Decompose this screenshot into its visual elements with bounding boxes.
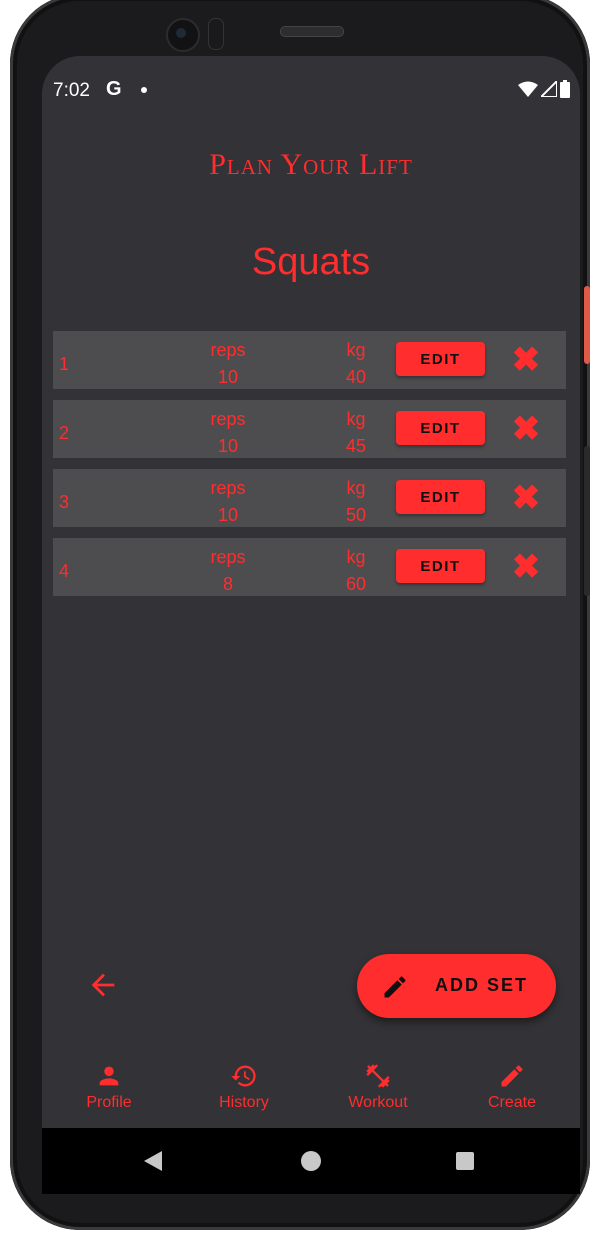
dumbbell-icon	[366, 1064, 390, 1088]
earpiece-speaker	[280, 26, 344, 37]
kg-column: kg 60	[326, 544, 386, 598]
edit-set-button[interactable]: EDIT	[396, 411, 485, 445]
nav-label: Workout	[348, 1094, 408, 1111]
kg-label: kg	[346, 340, 366, 360]
system-back-icon[interactable]	[142, 1150, 164, 1172]
nav-label: Profile	[86, 1094, 132, 1111]
kg-label: kg	[346, 547, 366, 567]
notification-dot-icon	[141, 87, 147, 93]
reps-label: reps	[210, 547, 246, 567]
reps-column: reps 10	[198, 406, 258, 460]
edit-set-button[interactable]: EDIT	[396, 549, 485, 583]
edit-set-button[interactable]: EDIT	[396, 480, 485, 514]
reps-column: reps 8	[198, 544, 258, 598]
front-camera	[166, 18, 200, 52]
cell-signal-icon	[541, 81, 557, 97]
set-number: 1	[59, 354, 70, 374]
system-navigation-bar	[42, 1128, 580, 1194]
set-number: 2	[59, 423, 70, 443]
app-screen: 7:02 G Plan Your Lift Squats 1 reps 10 k…	[42, 56, 580, 1194]
kg-column: kg 50	[326, 475, 386, 529]
edit-set-button[interactable]: EDIT	[396, 342, 485, 376]
set-number: 4	[59, 561, 70, 581]
exercise-title: Squats	[251, 241, 371, 283]
wifi-icon	[518, 81, 538, 97]
kg-column: kg 45	[326, 406, 386, 460]
add-set-button[interactable]: ADD SET	[357, 954, 556, 1018]
proximity-sensor	[208, 18, 224, 50]
kg-value: 45	[345, 436, 367, 456]
delete-set-icon[interactable]: ✖	[507, 341, 545, 379]
kg-value: 50	[345, 505, 367, 525]
pencil-icon	[501, 1065, 523, 1087]
set-row: 2 reps 10 kg 45 EDIT ✖	[53, 400, 566, 458]
system-home-icon[interactable]	[301, 1151, 321, 1171]
status-bar: 7:02 G	[42, 56, 580, 126]
kg-value: 40	[345, 367, 367, 387]
system-icons	[518, 80, 570, 98]
reps-label: reps	[210, 340, 246, 360]
reps-value: 10	[217, 505, 239, 525]
reps-value: 8	[222, 574, 233, 594]
back-arrow-icon[interactable]	[86, 968, 120, 1002]
set-row: 4 reps 8 kg 60 EDIT ✖	[53, 538, 566, 596]
kg-label: kg	[346, 409, 366, 429]
google-notification-icon: G	[106, 78, 122, 100]
power-button	[584, 286, 590, 364]
set-row: 1 reps 10 kg 40 EDIT ✖	[53, 331, 566, 389]
battery-icon	[560, 80, 570, 98]
delete-set-icon[interactable]: ✖	[507, 410, 545, 448]
reps-column: reps 10	[198, 475, 258, 529]
phone-frame: 7:02 G Plan Your Lift Squats 1 reps 10 k…	[10, 0, 590, 1230]
reps-value: 10	[217, 367, 239, 387]
system-recents-icon[interactable]	[456, 1152, 474, 1170]
bottom-navigation: Profile History Workout Create	[42, 1054, 580, 1126]
kg-column: kg 40	[326, 337, 386, 391]
reps-value: 10	[217, 436, 239, 456]
pencil-icon	[384, 976, 406, 998]
reps-label: reps	[210, 478, 246, 498]
app-title: Plan Your Lift	[209, 148, 413, 181]
add-set-label: ADD SET	[435, 975, 529, 995]
nav-label: History	[219, 1094, 269, 1111]
nav-item-history[interactable]: History	[189, 1054, 299, 1126]
nav-item-profile[interactable]: Profile	[54, 1054, 164, 1126]
status-time: 7:02	[53, 80, 90, 101]
kg-label: kg	[346, 478, 366, 498]
set-row: 3 reps 10 kg 50 EDIT ✖	[53, 469, 566, 527]
history-icon	[231, 1065, 256, 1087]
delete-set-icon[interactable]: ✖	[507, 548, 545, 586]
reps-column: reps 10	[198, 337, 258, 391]
reps-label: reps	[210, 409, 246, 429]
nav-label: Create	[487, 1094, 537, 1111]
delete-set-icon[interactable]: ✖	[507, 479, 545, 517]
nav-item-workout[interactable]: Workout	[323, 1054, 433, 1126]
set-number: 3	[59, 492, 70, 512]
kg-value: 60	[345, 574, 367, 594]
person-icon	[99, 1066, 119, 1086]
nav-item-create[interactable]: Create	[457, 1054, 567, 1126]
volume-button	[584, 446, 590, 596]
